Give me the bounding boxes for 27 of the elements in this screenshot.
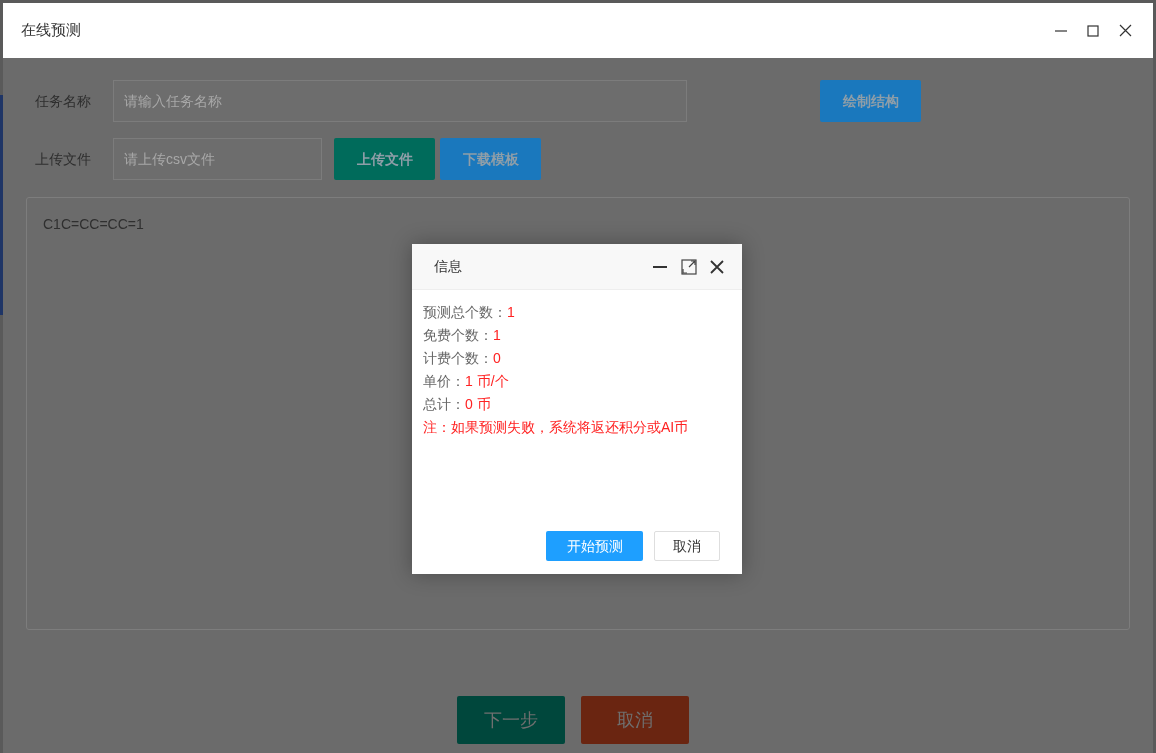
input-field[interactable]: 请输入任务名称 (113, 80, 687, 122)
upload-button[interactable]: 上传文件 (334, 138, 435, 180)
info-label: 预测总个数： (423, 303, 507, 322)
info-value: 1 (493, 326, 501, 345)
cancel-button[interactable]: 取消 (581, 696, 689, 744)
window-title: 在线预测 (21, 20, 82, 41)
start-button[interactable]: 开始预测 (546, 531, 643, 561)
info-value: 0 币 (465, 395, 491, 414)
info-label: 免费个数： (423, 326, 493, 345)
close-icon[interactable] (710, 259, 724, 274)
info-label: 单价： (423, 372, 465, 391)
info-value: 1 (507, 303, 515, 322)
info-label: 总计： (423, 395, 465, 414)
close-icon[interactable] (1119, 24, 1132, 37)
info-value: 0 (493, 349, 501, 368)
info-label: 计费个数： (423, 349, 493, 368)
dialog-title: 信息 (434, 257, 463, 276)
draw-button[interactable]: 绘制结构 (820, 80, 921, 122)
note-text: 注：如果预测失败，系统将返还积分或AI币 (423, 418, 690, 437)
field-label: 任务名称 (34, 91, 92, 111)
info-value: 1 币/个 (465, 372, 509, 391)
download-button[interactable]: 下载模板 (440, 138, 541, 180)
maximize-icon[interactable] (1087, 24, 1099, 37)
next-button[interactable]: 下一步 (457, 696, 565, 744)
cancel-button[interactable]: 取消 (654, 531, 720, 561)
maximize-icon[interactable] (681, 258, 697, 275)
smiles-text: C1C=CC=CC=1 (43, 216, 144, 232)
